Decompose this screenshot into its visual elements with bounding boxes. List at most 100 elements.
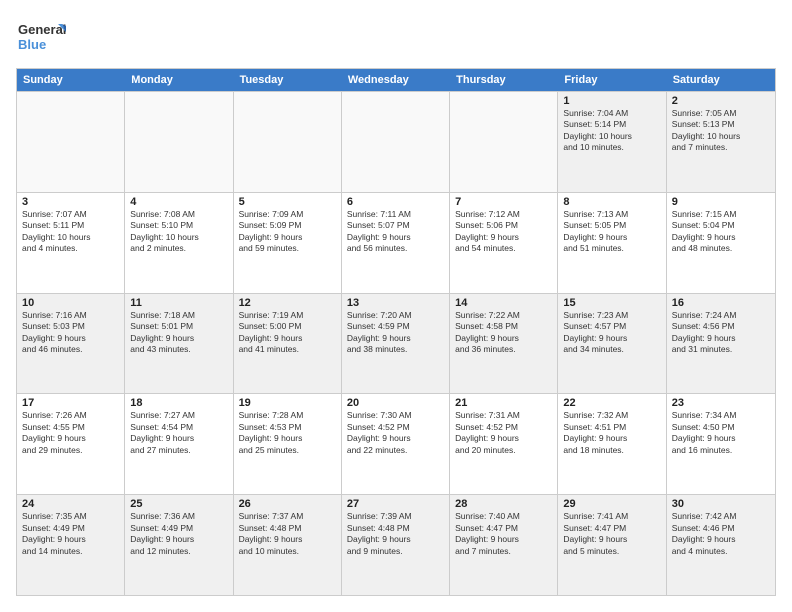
calendar-body: 1Sunrise: 7:04 AM Sunset: 5:14 PM Daylig… bbox=[17, 91, 775, 595]
calendar-cell: 7Sunrise: 7:12 AM Sunset: 5:06 PM Daylig… bbox=[450, 193, 558, 293]
day-number: 6 bbox=[347, 196, 444, 208]
day-number: 13 bbox=[347, 297, 444, 309]
cell-info: Sunrise: 7:05 AM Sunset: 5:13 PM Dayligh… bbox=[672, 108, 770, 154]
cell-info: Sunrise: 7:39 AM Sunset: 4:48 PM Dayligh… bbox=[347, 511, 444, 557]
cell-info: Sunrise: 7:19 AM Sunset: 5:00 PM Dayligh… bbox=[239, 310, 336, 356]
cell-info: Sunrise: 7:34 AM Sunset: 4:50 PM Dayligh… bbox=[672, 410, 770, 456]
calendar-cell: 30Sunrise: 7:42 AM Sunset: 4:46 PM Dayli… bbox=[667, 495, 775, 595]
day-number: 4 bbox=[130, 196, 227, 208]
calendar-cell: 27Sunrise: 7:39 AM Sunset: 4:48 PM Dayli… bbox=[342, 495, 450, 595]
calendar-cell: 12Sunrise: 7:19 AM Sunset: 5:00 PM Dayli… bbox=[234, 294, 342, 394]
day-number: 10 bbox=[22, 297, 119, 309]
day-number: 9 bbox=[672, 196, 770, 208]
cell-info: Sunrise: 7:28 AM Sunset: 4:53 PM Dayligh… bbox=[239, 410, 336, 456]
day-number: 2 bbox=[672, 95, 770, 107]
calendar-cell: 19Sunrise: 7:28 AM Sunset: 4:53 PM Dayli… bbox=[234, 394, 342, 494]
calendar-cell: 24Sunrise: 7:35 AM Sunset: 4:49 PM Dayli… bbox=[17, 495, 125, 595]
calendar: SundayMondayTuesdayWednesdayThursdayFrid… bbox=[16, 68, 776, 596]
calendar-cell bbox=[17, 92, 125, 192]
calendar-cell: 20Sunrise: 7:30 AM Sunset: 4:52 PM Dayli… bbox=[342, 394, 450, 494]
calendar-cell: 17Sunrise: 7:26 AM Sunset: 4:55 PM Dayli… bbox=[17, 394, 125, 494]
calendar-cell: 16Sunrise: 7:24 AM Sunset: 4:56 PM Dayli… bbox=[667, 294, 775, 394]
header-day-friday: Friday bbox=[558, 69, 666, 91]
cell-info: Sunrise: 7:20 AM Sunset: 4:59 PM Dayligh… bbox=[347, 310, 444, 356]
calendar-cell: 11Sunrise: 7:18 AM Sunset: 5:01 PM Dayli… bbox=[125, 294, 233, 394]
header: General Blue bbox=[16, 16, 776, 58]
cell-info: Sunrise: 7:24 AM Sunset: 4:56 PM Dayligh… bbox=[672, 310, 770, 356]
day-number: 30 bbox=[672, 498, 770, 510]
day-number: 25 bbox=[130, 498, 227, 510]
calendar-cell bbox=[234, 92, 342, 192]
calendar-cell: 18Sunrise: 7:27 AM Sunset: 4:54 PM Dayli… bbox=[125, 394, 233, 494]
cell-info: Sunrise: 7:22 AM Sunset: 4:58 PM Dayligh… bbox=[455, 310, 552, 356]
cell-info: Sunrise: 7:07 AM Sunset: 5:11 PM Dayligh… bbox=[22, 209, 119, 255]
day-number: 7 bbox=[455, 196, 552, 208]
calendar-cell: 13Sunrise: 7:20 AM Sunset: 4:59 PM Dayli… bbox=[342, 294, 450, 394]
calendar-row-1: 3Sunrise: 7:07 AM Sunset: 5:11 PM Daylig… bbox=[17, 192, 775, 293]
day-number: 15 bbox=[563, 297, 660, 309]
day-number: 29 bbox=[563, 498, 660, 510]
day-number: 1 bbox=[563, 95, 660, 107]
calendar-header: SundayMondayTuesdayWednesdayThursdayFrid… bbox=[17, 69, 775, 91]
cell-info: Sunrise: 7:08 AM Sunset: 5:10 PM Dayligh… bbox=[130, 209, 227, 255]
calendar-cell bbox=[125, 92, 233, 192]
cell-info: Sunrise: 7:36 AM Sunset: 4:49 PM Dayligh… bbox=[130, 511, 227, 557]
cell-info: Sunrise: 7:26 AM Sunset: 4:55 PM Dayligh… bbox=[22, 410, 119, 456]
calendar-row-4: 24Sunrise: 7:35 AM Sunset: 4:49 PM Dayli… bbox=[17, 494, 775, 595]
calendar-cell: 9Sunrise: 7:15 AM Sunset: 5:04 PM Daylig… bbox=[667, 193, 775, 293]
cell-info: Sunrise: 7:23 AM Sunset: 4:57 PM Dayligh… bbox=[563, 310, 660, 356]
calendar-cell: 25Sunrise: 7:36 AM Sunset: 4:49 PM Dayli… bbox=[125, 495, 233, 595]
calendar-cell: 15Sunrise: 7:23 AM Sunset: 4:57 PM Dayli… bbox=[558, 294, 666, 394]
header-day-sunday: Sunday bbox=[17, 69, 125, 91]
calendar-cell: 1Sunrise: 7:04 AM Sunset: 5:14 PM Daylig… bbox=[558, 92, 666, 192]
calendar-cell: 2Sunrise: 7:05 AM Sunset: 5:13 PM Daylig… bbox=[667, 92, 775, 192]
logo-svg: General Blue bbox=[16, 16, 66, 58]
calendar-cell: 4Sunrise: 7:08 AM Sunset: 5:10 PM Daylig… bbox=[125, 193, 233, 293]
day-number: 8 bbox=[563, 196, 660, 208]
cell-info: Sunrise: 7:42 AM Sunset: 4:46 PM Dayligh… bbox=[672, 511, 770, 557]
day-number: 12 bbox=[239, 297, 336, 309]
header-day-saturday: Saturday bbox=[667, 69, 775, 91]
day-number: 24 bbox=[22, 498, 119, 510]
calendar-row-0: 1Sunrise: 7:04 AM Sunset: 5:14 PM Daylig… bbox=[17, 91, 775, 192]
calendar-cell: 21Sunrise: 7:31 AM Sunset: 4:52 PM Dayli… bbox=[450, 394, 558, 494]
calendar-row-3: 17Sunrise: 7:26 AM Sunset: 4:55 PM Dayli… bbox=[17, 393, 775, 494]
cell-info: Sunrise: 7:35 AM Sunset: 4:49 PM Dayligh… bbox=[22, 511, 119, 557]
day-number: 28 bbox=[455, 498, 552, 510]
day-number: 3 bbox=[22, 196, 119, 208]
header-day-wednesday: Wednesday bbox=[342, 69, 450, 91]
calendar-cell: 8Sunrise: 7:13 AM Sunset: 5:05 PM Daylig… bbox=[558, 193, 666, 293]
day-number: 17 bbox=[22, 397, 119, 409]
day-number: 21 bbox=[455, 397, 552, 409]
cell-info: Sunrise: 7:31 AM Sunset: 4:52 PM Dayligh… bbox=[455, 410, 552, 456]
cell-info: Sunrise: 7:04 AM Sunset: 5:14 PM Dayligh… bbox=[563, 108, 660, 154]
calendar-cell: 6Sunrise: 7:11 AM Sunset: 5:07 PM Daylig… bbox=[342, 193, 450, 293]
cell-info: Sunrise: 7:12 AM Sunset: 5:06 PM Dayligh… bbox=[455, 209, 552, 255]
header-day-tuesday: Tuesday bbox=[234, 69, 342, 91]
cell-info: Sunrise: 7:41 AM Sunset: 4:47 PM Dayligh… bbox=[563, 511, 660, 557]
day-number: 18 bbox=[130, 397, 227, 409]
header-day-thursday: Thursday bbox=[450, 69, 558, 91]
calendar-row-2: 10Sunrise: 7:16 AM Sunset: 5:03 PM Dayli… bbox=[17, 293, 775, 394]
page: General Blue SundayMondayTuesdayWednesda… bbox=[0, 0, 792, 612]
cell-info: Sunrise: 7:11 AM Sunset: 5:07 PM Dayligh… bbox=[347, 209, 444, 255]
cell-info: Sunrise: 7:09 AM Sunset: 5:09 PM Dayligh… bbox=[239, 209, 336, 255]
calendar-cell: 10Sunrise: 7:16 AM Sunset: 5:03 PM Dayli… bbox=[17, 294, 125, 394]
day-number: 16 bbox=[672, 297, 770, 309]
calendar-cell: 23Sunrise: 7:34 AM Sunset: 4:50 PM Dayli… bbox=[667, 394, 775, 494]
cell-info: Sunrise: 7:30 AM Sunset: 4:52 PM Dayligh… bbox=[347, 410, 444, 456]
calendar-cell: 26Sunrise: 7:37 AM Sunset: 4:48 PM Dayli… bbox=[234, 495, 342, 595]
cell-info: Sunrise: 7:16 AM Sunset: 5:03 PM Dayligh… bbox=[22, 310, 119, 356]
day-number: 23 bbox=[672, 397, 770, 409]
cell-info: Sunrise: 7:37 AM Sunset: 4:48 PM Dayligh… bbox=[239, 511, 336, 557]
cell-info: Sunrise: 7:13 AM Sunset: 5:05 PM Dayligh… bbox=[563, 209, 660, 255]
day-number: 26 bbox=[239, 498, 336, 510]
cell-info: Sunrise: 7:15 AM Sunset: 5:04 PM Dayligh… bbox=[672, 209, 770, 255]
svg-text:Blue: Blue bbox=[18, 37, 46, 52]
cell-info: Sunrise: 7:27 AM Sunset: 4:54 PM Dayligh… bbox=[130, 410, 227, 456]
calendar-cell: 28Sunrise: 7:40 AM Sunset: 4:47 PM Dayli… bbox=[450, 495, 558, 595]
logo: General Blue bbox=[16, 16, 66, 58]
day-number: 11 bbox=[130, 297, 227, 309]
calendar-cell: 22Sunrise: 7:32 AM Sunset: 4:51 PM Dayli… bbox=[558, 394, 666, 494]
day-number: 22 bbox=[563, 397, 660, 409]
